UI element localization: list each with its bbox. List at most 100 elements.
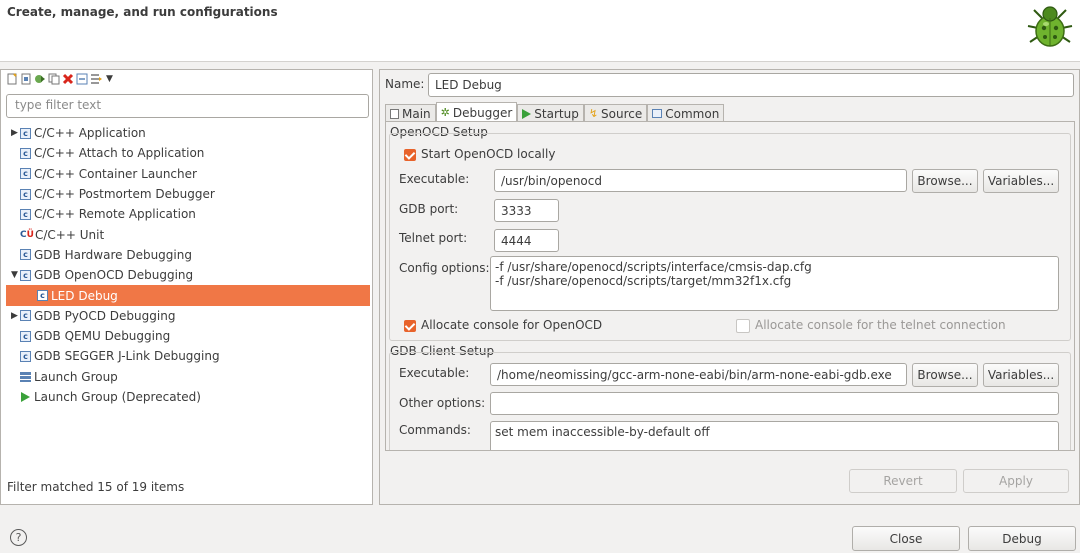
tab-common[interactable]: Common xyxy=(647,104,725,122)
tab-label: Startup xyxy=(534,106,579,121)
tree-item-label: GDB PyOCD Debugging xyxy=(34,308,176,323)
bug-logo-icon xyxy=(1027,6,1073,47)
c-config-icon: c xyxy=(20,350,31,362)
close-button[interactable]: Close xyxy=(852,526,960,551)
start-openocd-label: Start OpenOCD locally xyxy=(421,147,556,161)
c-config-icon: c xyxy=(20,147,31,159)
collapse-all-icon[interactable] xyxy=(76,73,88,85)
tree-item[interactable]: c GDB SEGGER J-Link Debugging xyxy=(6,346,370,366)
c-config-icon: c xyxy=(20,269,31,281)
allocate-telnet-console-checkbox[interactable]: Allocate console for the telnet connecti… xyxy=(736,318,1006,333)
toolbar-menu-chevron-icon[interactable]: ▼ xyxy=(106,74,113,84)
tab-label: Source xyxy=(601,106,643,121)
allocate-openocd-console-label: Allocate console for OpenOCD xyxy=(421,318,603,332)
configuration-tree: ▶ c C/C++ Application c C/C++ Attach to Appl… xyxy=(6,123,370,407)
tree-item[interactable]: c C/C++ Postmortem Debugger xyxy=(6,184,370,204)
tree-item[interactable]: CÜ C/C++ Unit xyxy=(6,224,370,244)
tree-item-label: C/C++ Unit xyxy=(35,227,105,242)
c-config-icon: c xyxy=(20,127,31,139)
checked-icon xyxy=(404,319,416,332)
debug-button[interactable]: Debug xyxy=(968,526,1076,551)
tree-item-label: C/C++ Container Launcher xyxy=(34,166,197,181)
checked-icon xyxy=(404,148,416,161)
play-icon xyxy=(21,392,30,402)
debugger-tab-content: OpenOCD Setup Start OpenOCD locally Exec… xyxy=(385,121,1075,451)
openocd-executable-input[interactable]: /usr/bin/openocd xyxy=(494,169,907,192)
new-prototype-icon[interactable] xyxy=(20,73,32,85)
tree-item[interactable]: Launch Group xyxy=(6,367,370,387)
tree-item[interactable]: c GDB Hardware Debugging xyxy=(6,245,370,265)
tree-item[interactable]: Launch Group (Deprecated) xyxy=(6,387,370,407)
tab-strip: Main ✲ Debugger Startup ↯ Source Common xyxy=(385,102,725,122)
filter-input[interactable]: type filter text xyxy=(6,94,369,118)
gdb-port-input[interactable]: 3333 xyxy=(494,199,559,222)
gdb-executable-input[interactable]: /home/neomissing/gcc-arm-none-eabi/bin/a… xyxy=(490,363,907,386)
tree-item[interactable]: c C/C++ Attach to Application xyxy=(6,143,370,163)
export-config-icon[interactable] xyxy=(34,73,46,85)
start-openocd-checkbox[interactable]: Start OpenOCD locally xyxy=(404,147,555,161)
other-options-input[interactable] xyxy=(490,392,1059,415)
tree-item-label: GDB SEGGER J-Link Debugging xyxy=(34,349,220,364)
c-config-icon: c xyxy=(20,310,31,322)
tree-item-label: C/C++ Postmortem Debugger xyxy=(34,187,215,202)
tree-item[interactable]: c GDB QEMU Debugging xyxy=(6,326,370,346)
tree-item-label: C/C++ Attach to Application xyxy=(34,146,205,161)
tree-item-label: GDB Hardware Debugging xyxy=(34,247,192,262)
tab-debugger[interactable]: ✲ Debugger xyxy=(435,102,518,122)
source-icon: ↯ xyxy=(588,107,599,120)
filter-config-icon[interactable] xyxy=(90,73,102,85)
tab-startup[interactable]: Startup xyxy=(517,104,584,122)
expand-arrow-icon[interactable]: ▶ xyxy=(9,311,20,321)
expand-arrow-icon[interactable]: ▶ xyxy=(9,128,20,138)
bug-icon: ✲ xyxy=(440,106,450,119)
collapse-arrow-icon[interactable]: ▼ xyxy=(9,270,20,280)
name-label: Name: xyxy=(385,77,425,91)
telnet-port-input[interactable]: 4444 xyxy=(494,229,559,252)
tab-label: Common xyxy=(665,106,720,121)
tab-label: Debugger xyxy=(452,105,513,120)
new-config-icon[interactable] xyxy=(6,73,18,85)
tree-item[interactable]: c LED Debug xyxy=(6,285,370,306)
cu-unit-icon: CÜ xyxy=(20,229,34,240)
tree-item-label: C/C++ Remote Application xyxy=(34,207,196,222)
delete-config-icon[interactable] xyxy=(62,73,74,85)
name-input[interactable]: LED Debug xyxy=(428,73,1074,97)
c-config-icon: c xyxy=(20,208,31,220)
tree-item[interactable]: c C/C++ Remote Application xyxy=(6,204,370,224)
config-options-textarea[interactable]: -f /usr/share/openocd/scripts/interface/… xyxy=(490,256,1059,311)
tree-item[interactable]: ▼ c GDB OpenOCD Debugging xyxy=(6,265,370,285)
unchecked-icon xyxy=(736,318,750,333)
tree-item-label: GDB OpenOCD Debugging xyxy=(34,268,194,283)
apply-button[interactable]: Apply xyxy=(963,469,1069,493)
tree-item-label: C/C++ Application xyxy=(34,126,146,141)
tree-item-label: LED Debug xyxy=(51,288,118,303)
tree-item[interactable]: ▶ c C/C++ Application xyxy=(6,123,370,143)
allocate-telnet-console-label: Allocate console for the telnet connecti… xyxy=(755,318,1006,332)
play-icon xyxy=(522,108,532,119)
duplicate-config-icon[interactable] xyxy=(48,73,60,85)
commands-textarea[interactable]: set mem inaccessible-by-default off xyxy=(490,421,1059,450)
config-options-label: Config options: xyxy=(399,261,490,275)
gdb-browse-button[interactable]: Browse... xyxy=(912,363,978,387)
c-config-icon: c xyxy=(20,330,31,342)
other-options-label: Other options: xyxy=(399,396,486,410)
allocate-openocd-console-checkbox[interactable]: Allocate console for OpenOCD xyxy=(404,318,602,332)
gdb-executable-label: Executable: xyxy=(399,366,470,380)
tree-item-label: Launch Group (Deprecated) xyxy=(34,390,201,404)
help-icon[interactable]: ? xyxy=(10,529,27,546)
openocd-browse-button[interactable]: Browse... xyxy=(912,169,978,193)
tab-main[interactable]: Main xyxy=(385,104,436,122)
commands-label: Commands: xyxy=(399,423,471,437)
config-toolbar: ▼ xyxy=(6,72,113,86)
tree-item-label: GDB QEMU Debugging xyxy=(34,329,171,344)
revert-button[interactable]: Revert xyxy=(849,469,957,493)
c-config-icon: c xyxy=(20,188,31,200)
gdb-variables-button[interactable]: Variables... xyxy=(983,363,1059,387)
tree-item[interactable]: ▶ c GDB PyOCD Debugging xyxy=(6,306,370,326)
tree-item[interactable]: c C/C++ Container Launcher xyxy=(6,164,370,184)
tab-source[interactable]: ↯ Source xyxy=(583,104,648,122)
gdb-port-label: GDB port: xyxy=(399,202,459,216)
c-config-icon: c xyxy=(20,168,31,180)
tree-item-label: Launch Group xyxy=(34,369,118,384)
openocd-variables-button[interactable]: Variables... xyxy=(983,169,1059,193)
